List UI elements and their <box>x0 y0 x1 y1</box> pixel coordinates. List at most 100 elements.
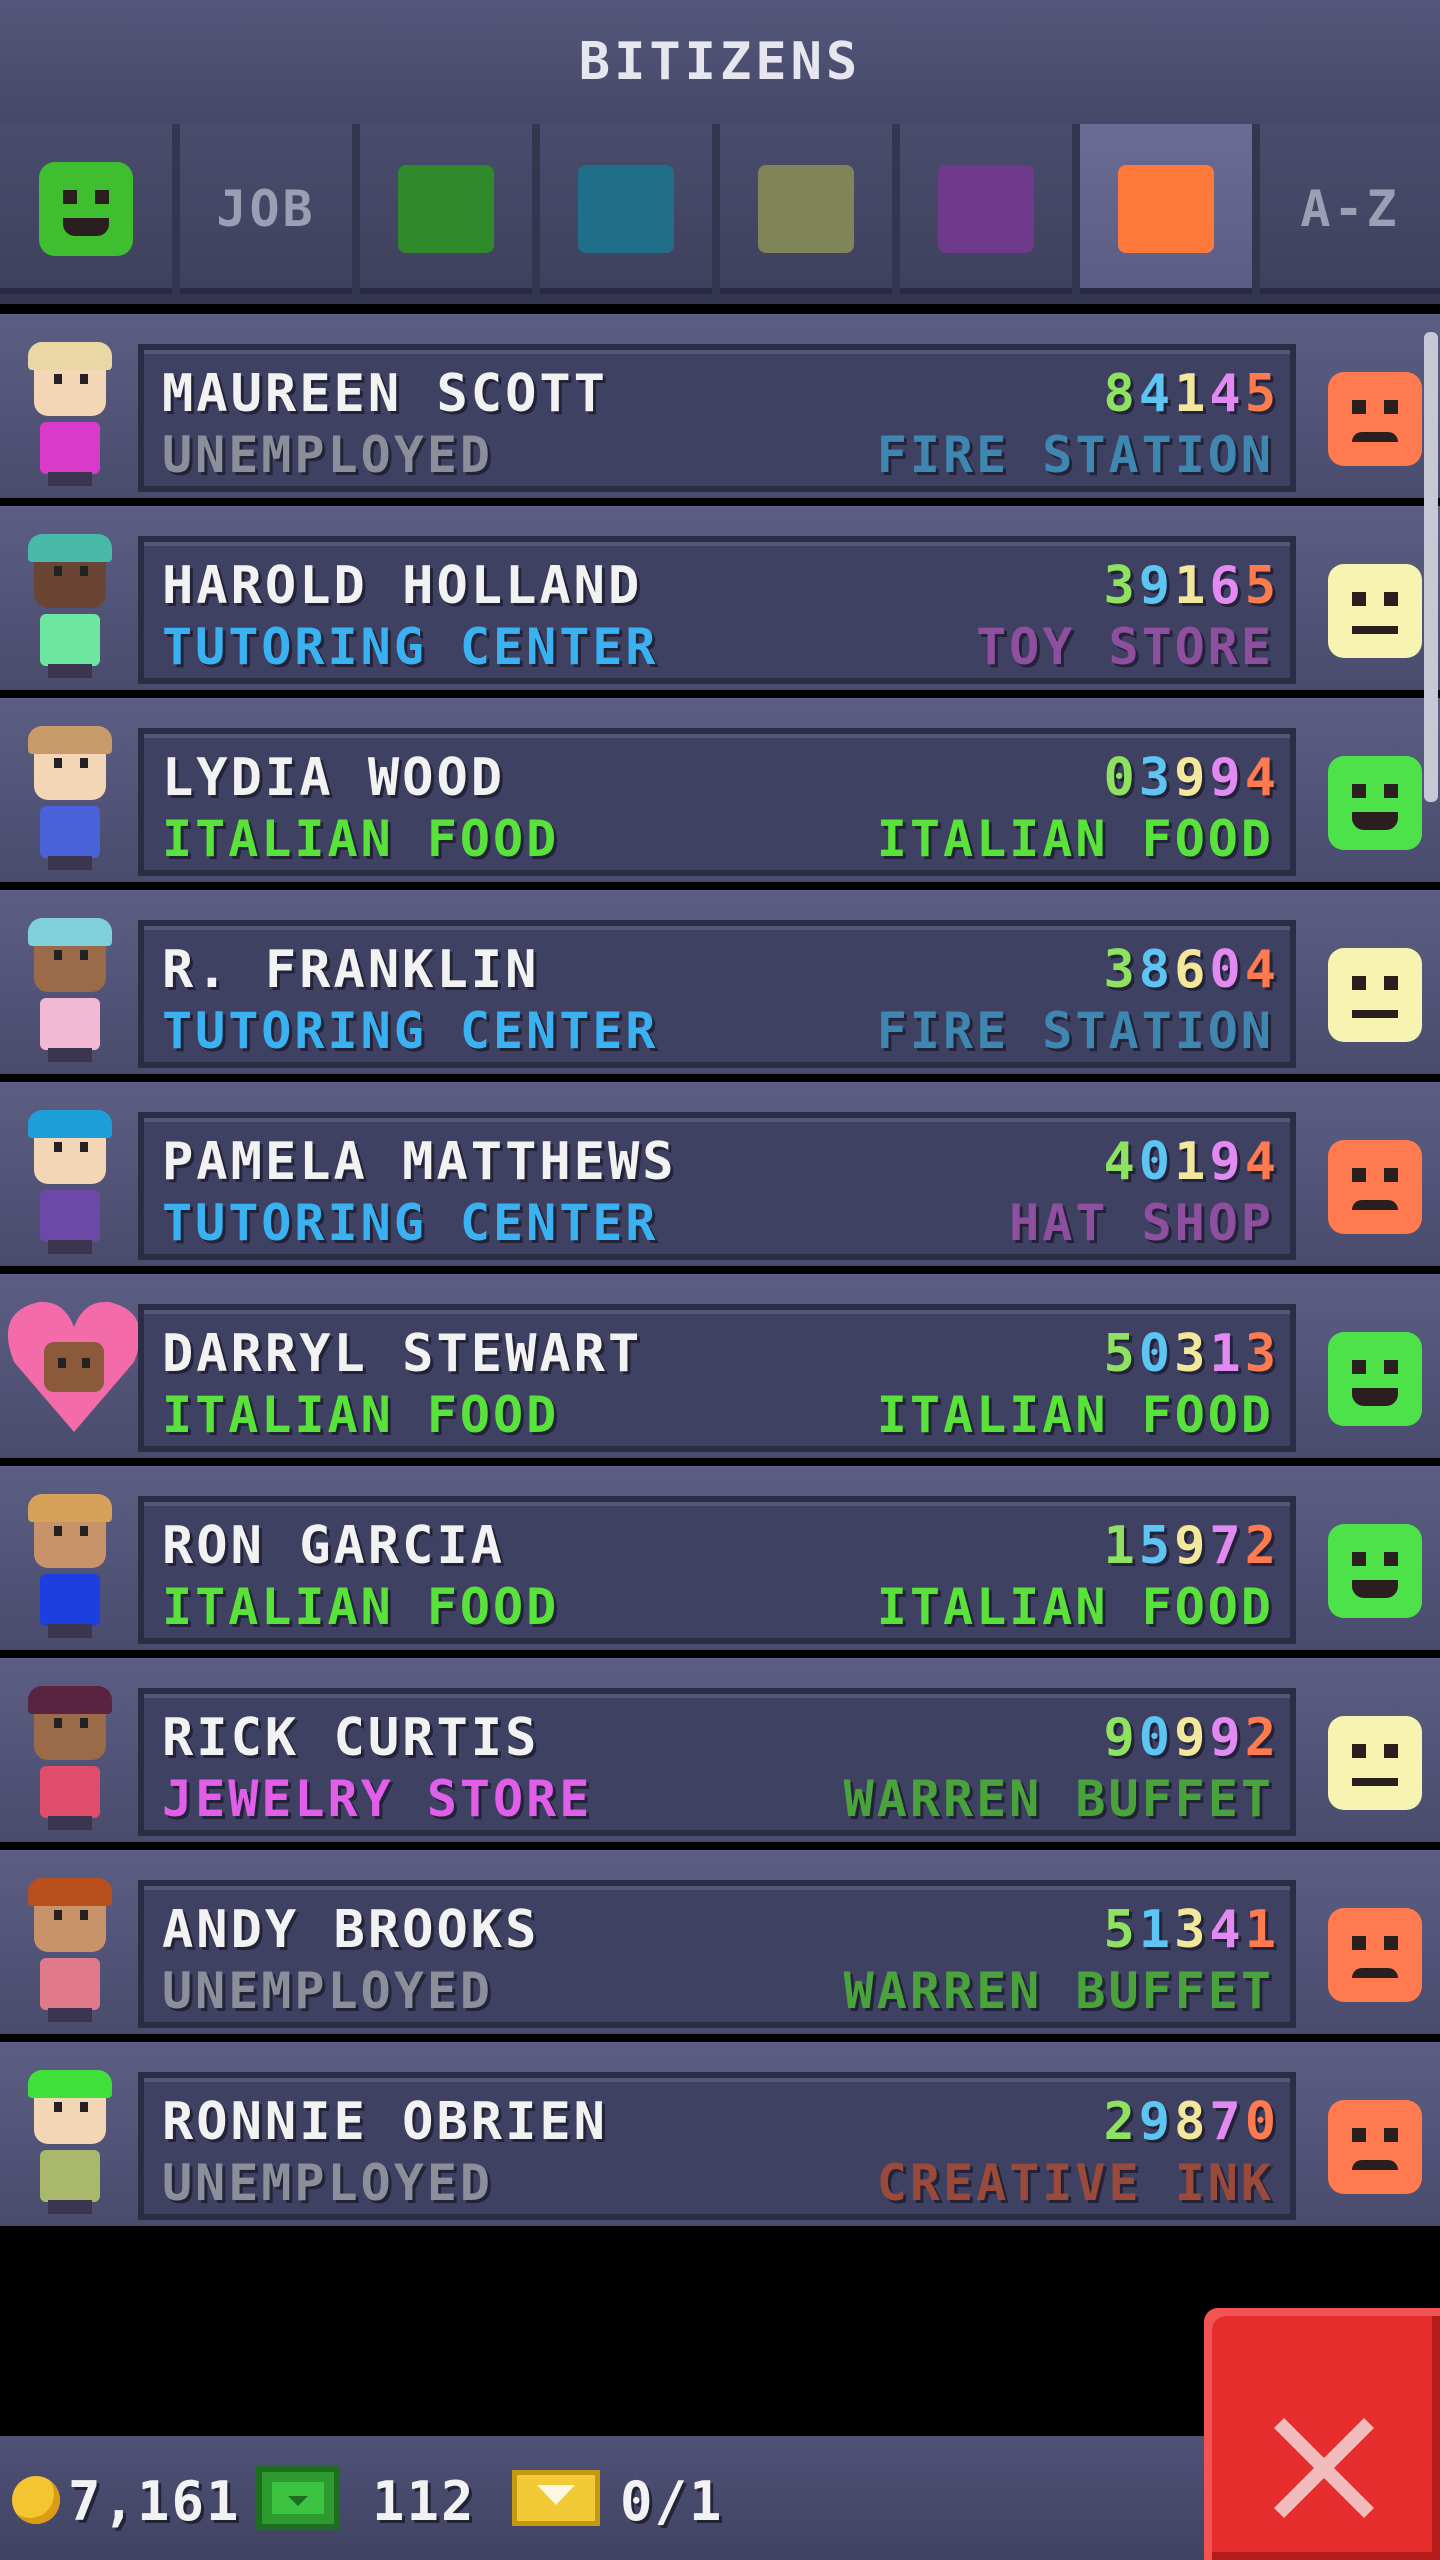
close-button[interactable] <box>1204 2308 1440 2560</box>
sort-tab-swatch-4[interactable] <box>720 124 892 294</box>
happy-mood-icon <box>1328 756 1422 850</box>
bitizen-row[interactable]: RONNIE OBRIEN 29870 UNEMPLOYED CREATIVE INK <box>0 2042 1440 2226</box>
skill-levels: 50313 <box>1103 1324 1280 1384</box>
skill-digit: 1 <box>1174 364 1210 424</box>
avatar <box>14 1878 134 2022</box>
sort-tab-job[interactable]: JOB <box>180 124 352 294</box>
skill-digit: 6 <box>1174 940 1210 1000</box>
avatar <box>14 1110 134 1254</box>
current-job: JEWELRY STORE <box>162 1770 593 1828</box>
skill-digit: 4 <box>1244 748 1280 808</box>
current-job: UNEMPLOYED <box>162 2154 494 2212</box>
skill-digit: 9 <box>1138 556 1175 616</box>
heart-icon <box>4 1292 144 1442</box>
skill-digit: 5 <box>1244 364 1280 424</box>
avatar <box>14 726 134 870</box>
ticket-icon <box>512 2470 600 2526</box>
skill-levels: 90992 <box>1103 1708 1280 1768</box>
tickets-count: 0/1 <box>620 2470 724 2533</box>
bitizen-list: MAUREEN SCOTT 84145 UNEMPLOYED FIRE STATION… <box>0 314 1440 2234</box>
current-job: UNEMPLOYED <box>162 426 494 484</box>
skill-digit: 1 <box>1103 1516 1139 1576</box>
current-job: TUTORING CENTER <box>162 1194 659 1252</box>
dream-job: ITALIAN FOOD <box>876 810 1274 868</box>
avatar <box>14 1494 134 1638</box>
bitizen-info-panel: RICK CURTIS 90992 JEWELRY STORE WARREN BUFF… <box>138 1688 1296 1836</box>
skill-digit: 5 <box>1138 1516 1175 1576</box>
bitizen-row[interactable]: ANDY BROOKS 51341 UNEMPLOYED WARREN BUFFET <box>0 1850 1440 2034</box>
skill-digit: 3 <box>1174 1324 1210 1384</box>
skill-digit: 6 <box>1209 556 1245 616</box>
bitizen-row[interactable]: LYDIA WOOD 03994 ITALIAN FOOD ITALIAN FOOD <box>0 698 1440 882</box>
skill-digit: 9 <box>1174 1516 1210 1576</box>
tab-label: JOB <box>216 180 316 238</box>
dream-job: HAT SHOP <box>1009 1194 1274 1252</box>
dream-job: ITALIAN FOOD <box>876 1386 1274 1444</box>
sort-tab-swatch-3[interactable] <box>540 124 712 294</box>
skill-digit: 3 <box>1174 1900 1210 1960</box>
skill-levels: 51341 <box>1103 1900 1280 1960</box>
coin-icon <box>12 2476 60 2524</box>
skill-levels: 29870 <box>1103 2092 1280 2152</box>
scrollbar[interactable] <box>1424 332 1438 802</box>
bitizen-info-panel: ANDY BROOKS 51341 UNEMPLOYED WARREN BUFFET <box>138 1880 1296 2028</box>
bitizen-name: MAUREEN SCOTT <box>162 364 608 424</box>
bitizen-row[interactable]: RON GARCIA 15972 ITALIAN FOOD ITALIAN FOOD <box>0 1466 1440 1650</box>
happy-mood-icon <box>1328 1332 1422 1426</box>
skill-levels: 39165 <box>1103 556 1280 616</box>
bitizen-info-panel: LYDIA WOOD 03994 ITALIAN FOOD ITALIAN FOOD <box>138 728 1296 876</box>
sort-tab-swatch-6[interactable] <box>1080 124 1252 294</box>
dream-job: TOY STORE <box>976 618 1274 676</box>
happy-mood-icon <box>1328 1524 1422 1618</box>
skill-digit: 2 <box>1244 1708 1280 1768</box>
tab-label: A-Z <box>1300 180 1400 238</box>
skill-digit: 1 <box>1209 1324 1245 1384</box>
current-job: TUTORING CENTER <box>162 618 659 676</box>
skill-digit: 4 <box>1103 1132 1139 1192</box>
bitizen-row[interactable]: R. FRANKLIN 38604 TUTORING CENTER FIRE STAT… <box>0 890 1440 1074</box>
sad-mood-icon <box>1328 1140 1422 1234</box>
bitizen-row[interactable]: DARRYL STEWART 50313 ITALIAN FOOD ITALIAN F… <box>0 1274 1440 1458</box>
bitizen-info-panel: HAROLD HOLLAND 39165 TUTORING CENTER TOY ST… <box>138 536 1296 684</box>
bitizen-row[interactable]: MAUREEN SCOTT 84145 UNEMPLOYED FIRE STATION <box>0 314 1440 498</box>
bitizen-name: ANDY BROOKS <box>162 1900 540 1960</box>
bitizen-row[interactable]: RICK CURTIS 90992 JEWELRY STORE WARREN BUFF… <box>0 1658 1440 1842</box>
skill-digit: 9 <box>1103 1708 1139 1768</box>
skill-digit: 5 <box>1244 556 1280 616</box>
skill-levels: 15972 <box>1103 1516 1280 1576</box>
avatar <box>14 342 134 486</box>
skill-digit: 5 <box>1103 1324 1139 1384</box>
skill-levels: 84145 <box>1103 364 1280 424</box>
skill-digit: 2 <box>1103 2092 1139 2152</box>
current-job: ITALIAN FOOD <box>162 1578 560 1636</box>
filter-tabs: JOB A-Z <box>0 124 1440 304</box>
skill-digit: 8 <box>1138 940 1175 1000</box>
skill-digit: 3 <box>1103 556 1139 616</box>
dream-job: FIRE STATION <box>876 1002 1274 1060</box>
skill-digit: 3 <box>1103 940 1139 1000</box>
avatar <box>14 1686 134 1830</box>
skill-digit: 1 <box>1138 1900 1175 1960</box>
bitizen-name: PAMELA MATTHEWS <box>162 1132 677 1192</box>
bitizen-name: RONNIE OBRIEN <box>162 2092 608 2152</box>
sort-tab-smiley-0[interactable] <box>0 124 172 294</box>
sort-tab-swatch-5[interactable] <box>900 124 1072 294</box>
color-swatch-icon <box>938 165 1034 253</box>
skill-digit: 0 <box>1138 1324 1175 1384</box>
bux-icon <box>256 2466 340 2530</box>
skill-digit: 7 <box>1209 1516 1245 1576</box>
skill-digit: 3 <box>1138 748 1175 808</box>
skill-levels: 40194 <box>1103 1132 1280 1192</box>
skill-digit: 4 <box>1209 1900 1245 1960</box>
sort-tab-a-z[interactable]: A-Z <box>1260 124 1440 294</box>
sort-tab-swatch-2[interactable] <box>360 124 532 294</box>
skill-digit: 9 <box>1209 1132 1245 1192</box>
color-swatch-icon <box>758 165 854 253</box>
skill-digit: 1 <box>1244 1900 1280 1960</box>
skill-digit: 2 <box>1244 1516 1280 1576</box>
bitizen-row[interactable]: HAROLD HOLLAND 39165 TUTORING CENTER TOY ST… <box>0 506 1440 690</box>
skill-digit: 1 <box>1174 556 1210 616</box>
skill-digit: 0 <box>1138 1132 1175 1192</box>
skill-digit: 4 <box>1209 364 1245 424</box>
bitizen-row[interactable]: PAMELA MATTHEWS 40194 TUTORING CENTER HAT S… <box>0 1082 1440 1266</box>
